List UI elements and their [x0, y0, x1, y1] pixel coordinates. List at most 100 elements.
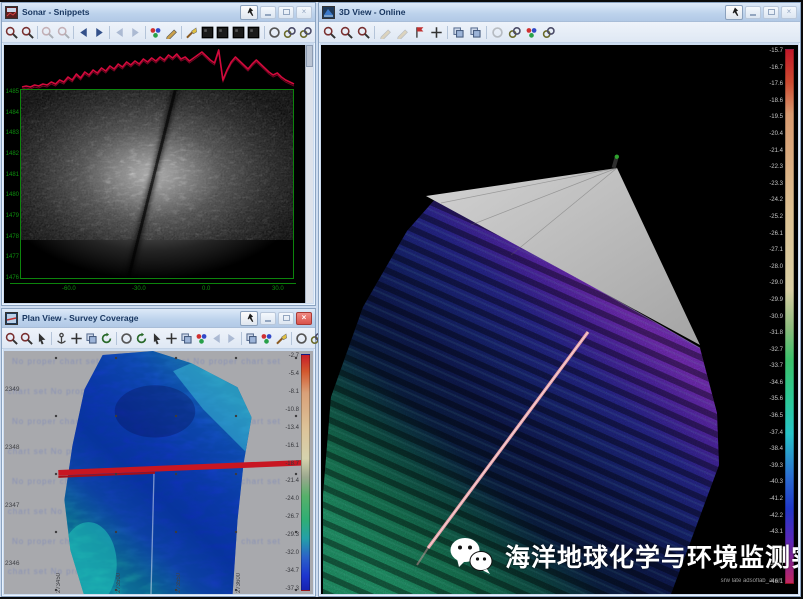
- circle-select-icon[interactable]: [267, 24, 283, 41]
- sonar-maximize-button[interactable]: [278, 6, 294, 19]
- prev-ping-icon[interactable]: [76, 24, 92, 41]
- colorbar-tick-label: -23.3: [769, 181, 783, 187]
- globe-colors-icon[interactable]: [523, 24, 540, 41]
- colorbar-tick-label: -18.6: [769, 98, 783, 104]
- anchor-icon[interactable]: [54, 330, 69, 347]
- zoom-window-icon[interactable]: [40, 24, 56, 41]
- zoom-in-icon[interactable]: [4, 330, 19, 347]
- view3d-close-button[interactable]: ×: [781, 6, 797, 19]
- colorbar-tick-label: -29.3: [285, 532, 299, 538]
- colorbar-tick-label: -31.8: [769, 330, 783, 336]
- sonar-minimize-button[interactable]: [260, 6, 276, 19]
- plan-maximize-button[interactable]: [278, 312, 294, 325]
- display-mode-1-icon[interactable]: [200, 24, 216, 41]
- circle-select-icon[interactable]: [119, 330, 134, 347]
- measure-icon[interactable]: [411, 24, 428, 41]
- display-mode-4-icon[interactable]: [246, 24, 262, 41]
- palette-icon[interactable]: [148, 24, 164, 41]
- plan-pin-button[interactable]: [240, 311, 258, 326]
- sonar-view[interactable]: 1485148414831482148114801479147814771476…: [4, 45, 313, 303]
- rotate-icon[interactable]: [99, 330, 114, 347]
- eraser-icon[interactable]: [84, 330, 99, 347]
- move-icon[interactable]: [164, 330, 179, 347]
- colorbar-tick-label: -29.0: [769, 280, 783, 286]
- model-footer-text: srw late adsoflab_al srf: [721, 578, 782, 584]
- snap-right-icon[interactable]: [128, 24, 144, 41]
- link-settings-icon[interactable]: [540, 24, 557, 41]
- zoom-in-icon[interactable]: [321, 24, 338, 41]
- northing-label: 2347: [5, 503, 19, 510]
- gain-brush-icon[interactable]: [184, 24, 200, 41]
- colorbar-tick-label: -24.2: [769, 197, 783, 203]
- colorbar-tick-label: -13.4: [285, 425, 299, 431]
- move-icon[interactable]: [428, 24, 445, 41]
- plan-close-button[interactable]: ×: [296, 312, 312, 325]
- view3d-titlebar[interactable]: 3D View - Online ×: [319, 3, 800, 22]
- toolbar-separator: [291, 332, 292, 345]
- pencil-2-icon[interactable]: [394, 24, 411, 41]
- center-view-icon[interactable]: [69, 330, 84, 347]
- zoom-out-icon[interactable]: [20, 24, 36, 41]
- zoom-out-icon[interactable]: [338, 24, 355, 41]
- sonar-scrollbar-thumb[interactable]: [306, 45, 313, 67]
- gain-brush-icon[interactable]: [274, 330, 289, 347]
- colorbar-tick-label: -10.8: [285, 407, 299, 413]
- pencil-icon[interactable]: [377, 24, 394, 41]
- link-settings-icon[interactable]: [298, 24, 314, 41]
- next-ping-icon[interactable]: [92, 24, 108, 41]
- depth-colorbar-3d: [785, 49, 794, 584]
- sonar-window-title: Sonar - Snippets: [22, 7, 240, 17]
- snap-left-icon[interactable]: [112, 24, 128, 41]
- colorbar-tick-label: -2.7: [289, 353, 299, 359]
- colors-toggle-icon[interactable]: [259, 330, 274, 347]
- view3d-maximize-button[interactable]: [763, 6, 779, 19]
- select-plus-icon[interactable]: [149, 330, 164, 347]
- colorbar-tick-label: -27.1: [769, 247, 783, 253]
- toolbar-separator: [447, 26, 448, 39]
- pointer-icon[interactable]: [34, 330, 49, 347]
- sonar-waterfall-image[interactable]: [20, 89, 294, 279]
- view3d-scene[interactable]: -15.7-16.7-17.6-18.6-19.5-20.4-21.4-22.3…: [321, 45, 798, 594]
- next-icon[interactable]: [224, 330, 239, 347]
- display-mode-3-icon[interactable]: [231, 24, 247, 41]
- link-icon[interactable]: [282, 24, 298, 41]
- zoom-out-icon[interactable]: [19, 330, 34, 347]
- colorbar-tick-label: -16.1: [285, 443, 299, 449]
- zoom-extents-icon[interactable]: [56, 24, 72, 41]
- plan-view[interactable]: No proper chart set No proper chart set …: [4, 351, 313, 594]
- colorbar-tick-label: -42.2: [769, 513, 783, 519]
- scene-mode-icon[interactable]: [467, 24, 484, 41]
- colorbar-tick-label: -5.4: [289, 371, 299, 377]
- zoom-window-icon[interactable]: [355, 24, 372, 41]
- circle-tool-icon[interactable]: [294, 330, 309, 347]
- colorbar-tick-label: -15.7: [769, 48, 783, 54]
- plan-titlebar[interactable]: Plan View - Survey Coverage ×: [2, 309, 315, 328]
- colorbar-tick-label: -19.5: [769, 114, 783, 120]
- northing-label: 2349: [5, 387, 19, 394]
- layers-icon[interactable]: [244, 330, 259, 347]
- bathymetry-3d-surface: [321, 45, 798, 594]
- pencil-icon[interactable]: [164, 24, 180, 41]
- zoom-in-icon[interactable]: [4, 24, 20, 41]
- plan-minimize-button[interactable]: [260, 312, 276, 325]
- sonar-scrollbar[interactable]: [305, 45, 313, 303]
- colorbar-tick-label: -29.9: [769, 297, 783, 303]
- axis-tick-label: 1485: [6, 89, 19, 95]
- colorbar-tick-label: -35.6: [769, 396, 783, 402]
- colorbar-tick-label: -21.4: [769, 148, 783, 154]
- prev-icon[interactable]: [209, 330, 224, 347]
- layers-icon[interactable]: [450, 24, 467, 41]
- view3d-minimize-button[interactable]: [745, 6, 761, 19]
- sonar-close-button[interactable]: ×: [296, 6, 312, 19]
- palette-select-icon[interactable]: [194, 330, 209, 347]
- refresh-icon[interactable]: [134, 330, 149, 347]
- toolbar-separator: [374, 26, 375, 39]
- sonar-pin-button[interactable]: [240, 5, 258, 20]
- colorbar-tick-label: -17.6: [769, 81, 783, 87]
- display-mode-2-icon[interactable]: [215, 24, 231, 41]
- link-icon[interactable]: [506, 24, 523, 41]
- view3d-pin-button[interactable]: [725, 5, 743, 20]
- sonar-titlebar[interactable]: Sonar - Snippets ×: [2, 3, 315, 22]
- circle-tool-icon[interactable]: [489, 24, 506, 41]
- grid-select-icon[interactable]: [179, 330, 194, 347]
